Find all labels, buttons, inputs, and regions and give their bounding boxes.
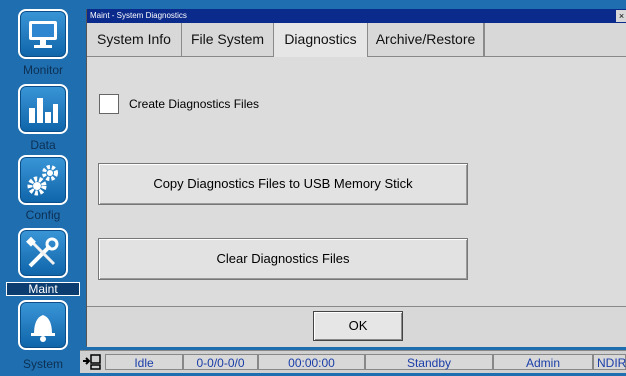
connection-icon: [82, 353, 102, 371]
nav-label-data: Data: [30, 138, 56, 152]
tab-file-system[interactable]: File System: [182, 23, 274, 56]
status-counts: 0-0/0-0/0: [183, 354, 258, 370]
create-diagnostics-checkbox[interactable]: [99, 94, 119, 114]
status-detector: NDIR: [593, 354, 626, 370]
status-timer: 00:00:00: [258, 354, 365, 370]
tab-bar: System Info File System Diagnostics Arch…: [87, 23, 626, 57]
gears-icon: [18, 155, 68, 205]
tab-system-info[interactable]: System Info: [87, 23, 182, 56]
left-nav: Monitor Data Config Maint System: [0, 0, 84, 372]
monitor-icon: [18, 9, 68, 59]
nav-label-maint: Maint: [6, 282, 80, 296]
nav-label-system: System: [22, 357, 63, 371]
nav-label-monitor: Monitor: [22, 63, 63, 77]
tab-bar-filler: [484, 23, 626, 56]
bar-chart-icon: [18, 84, 68, 134]
ok-button[interactable]: OK: [313, 311, 403, 341]
diagnostics-window: Maint - System Diagnostics × System Info…: [86, 9, 626, 347]
status-state: Idle: [105, 354, 183, 370]
nav-label-config: Config: [25, 208, 61, 222]
tab-archive-restore[interactable]: Archive/Restore: [368, 23, 484, 56]
tools-icon: [18, 228, 68, 278]
copy-to-usb-button[interactable]: Copy Diagnostics Files to USB Memory Sti…: [98, 163, 468, 205]
create-diagnostics-label: Create Diagnostics Files: [129, 97, 260, 111]
close-icon[interactable]: ×: [616, 10, 626, 22]
status-mode: Standby: [365, 354, 493, 370]
dialog-footer: OK: [87, 306, 626, 347]
clear-diagnostics-button[interactable]: Clear Diagnostics Files: [98, 238, 468, 280]
bell-icon: [18, 300, 68, 350]
window-title: Maint - System Diagnostics: [90, 11, 187, 20]
title-bar: Maint - System Diagnostics ×: [87, 9, 626, 23]
tab-diagnostics[interactable]: Diagnostics: [274, 23, 368, 57]
diagnostics-panel: Create Diagnostics Files Copy Diagnostic…: [87, 57, 626, 306]
status-bar: Idle 0-0/0-0/0 00:00:00 Standby Admin ND…: [80, 350, 626, 373]
status-user: Admin: [493, 354, 593, 370]
